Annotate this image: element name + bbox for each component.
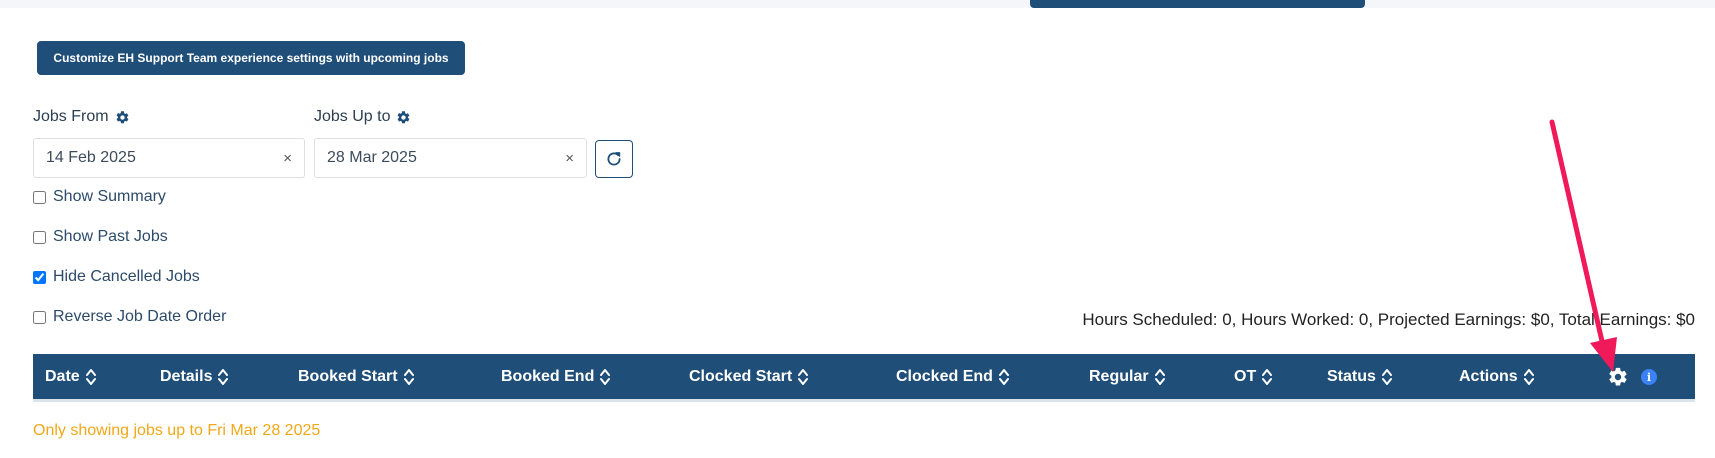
info-icon[interactable]: i	[1641, 369, 1657, 385]
column-header-label: Booked Start	[298, 367, 398, 385]
active-tab-indicator[interactable]	[1030, 0, 1365, 8]
top-tab-strip	[0, 0, 1715, 8]
show-past-jobs-checkbox[interactable]	[33, 230, 46, 244]
jobs-up-to-input[interactable]: 28 Mar 2025 ×	[314, 138, 587, 178]
column-header-label: Date	[45, 367, 80, 385]
column-header-label: OT	[1234, 367, 1257, 385]
refresh-button[interactable]	[595, 140, 633, 178]
column-header-regular[interactable]: Regular	[1089, 354, 1165, 399]
hide-cancelled-jobs-option[interactable]: Hide Cancelled Jobs	[33, 268, 200, 286]
sort-icon	[1381, 368, 1392, 385]
gear-icon[interactable]	[396, 110, 411, 125]
column-header-label: Details	[160, 367, 213, 385]
reverse-job-date-order-option[interactable]: Reverse Job Date Order	[33, 308, 226, 326]
sort-icon	[1154, 368, 1165, 385]
sort-icon	[85, 368, 96, 385]
column-header-label: Booked End	[501, 367, 595, 385]
column-header-booked-end[interactable]: Booked End	[501, 354, 611, 399]
jobs-up-to-label: Jobs Up to	[314, 108, 411, 126]
sort-icon	[1262, 368, 1273, 385]
earnings-totals: Hours Scheduled: 0, Hours Worked: 0, Pro…	[1082, 310, 1695, 329]
show-summary-label: Show Summary	[53, 188, 166, 205]
show-past-jobs-label: Show Past Jobs	[53, 228, 168, 245]
jobs-up-to-value: 28 Mar 2025	[327, 149, 417, 166]
jobs-table-header: Date Details Booked Start Booked End Clo…	[33, 354, 1695, 402]
column-header-date[interactable]: Date	[45, 354, 96, 399]
jobs-from-clear-icon[interactable]: ×	[283, 150, 292, 167]
column-header-label: Actions	[1459, 367, 1518, 385]
sort-icon	[600, 368, 611, 385]
column-header-ot[interactable]: OT	[1234, 354, 1273, 399]
jobs-up-to-label-text: Jobs Up to	[314, 108, 391, 125]
column-header-label: Clocked Start	[689, 367, 793, 385]
hide-cancelled-jobs-checkbox[interactable]	[33, 270, 46, 284]
reverse-job-date-order-label: Reverse Job Date Order	[53, 308, 227, 325]
column-header-details[interactable]: Details	[160, 354, 229, 399]
date-range-notice: Only showing jobs up to Fri Mar 28 2025	[33, 422, 321, 439]
sort-icon	[403, 368, 414, 385]
column-header-actions[interactable]: Actions	[1459, 354, 1534, 399]
sort-icon	[798, 368, 809, 385]
show-summary-checkbox[interactable]	[33, 190, 46, 204]
sort-icon	[218, 368, 229, 385]
reverse-job-date-order-checkbox[interactable]	[33, 310, 46, 324]
column-header-label: Regular	[1089, 367, 1149, 385]
customize-settings-button[interactable]: Customize EH Support Team experience set…	[37, 41, 465, 75]
jobs-from-input[interactable]: 14 Feb 2025 ×	[33, 138, 305, 178]
show-past-jobs-option[interactable]: Show Past Jobs	[33, 228, 168, 246]
column-header-clocked-start[interactable]: Clocked Start	[689, 354, 809, 399]
show-summary-option[interactable]: Show Summary	[33, 188, 166, 206]
column-header-booked-start[interactable]: Booked Start	[298, 354, 414, 399]
column-header-clocked-end[interactable]: Clocked End	[896, 354, 1009, 399]
jobs-from-value: 14 Feb 2025	[46, 149, 136, 166]
gear-icon[interactable]	[115, 110, 130, 125]
hide-cancelled-jobs-label: Hide Cancelled Jobs	[53, 268, 200, 285]
jobs-from-label: Jobs From	[33, 108, 130, 126]
column-header-label: Status	[1327, 367, 1376, 385]
column-header-status[interactable]: Status	[1327, 354, 1392, 399]
jobs-from-label-text: Jobs From	[33, 108, 109, 125]
refresh-icon	[607, 152, 621, 166]
column-header-label: Clocked End	[896, 367, 993, 385]
jobs-up-to-clear-icon[interactable]: ×	[565, 150, 574, 167]
sort-icon	[998, 368, 1009, 385]
sort-icon	[1523, 368, 1534, 385]
table-settings-gear-icon[interactable]	[1607, 366, 1629, 388]
